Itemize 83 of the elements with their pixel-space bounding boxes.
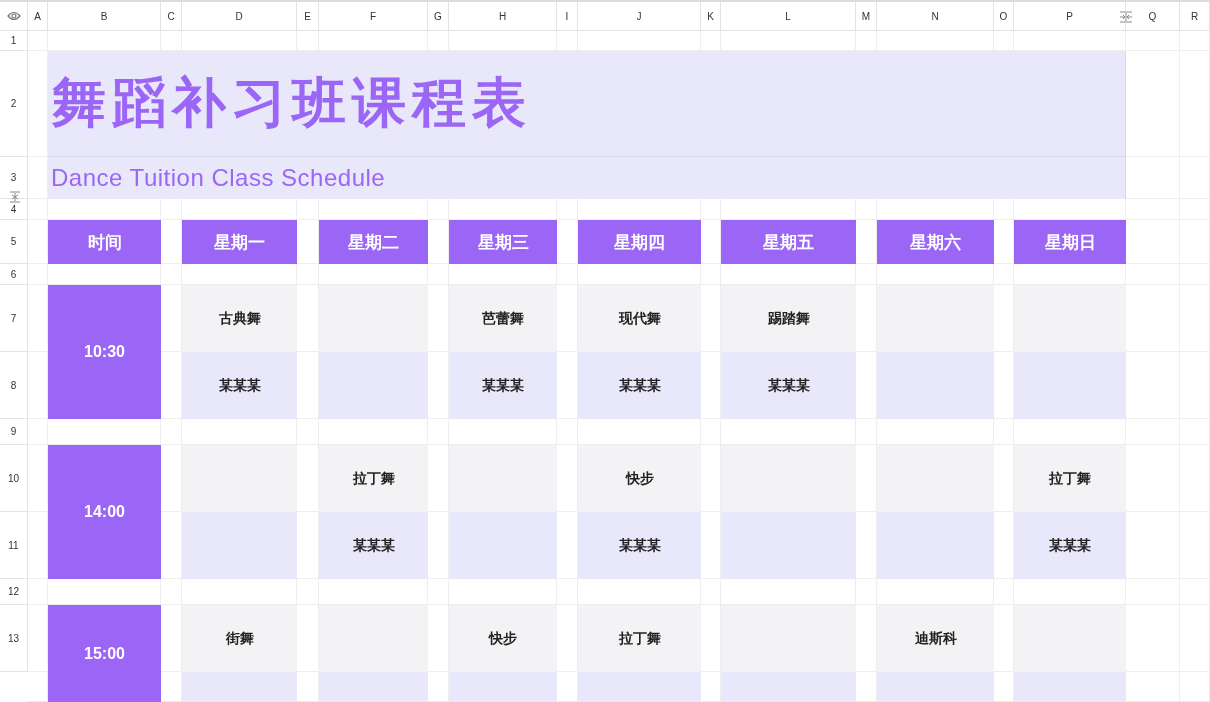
grid-cell[interactable] (297, 264, 319, 285)
column-header[interactable]: K (701, 2, 721, 31)
grid-cell[interactable] (994, 264, 1014, 285)
column-header[interactable]: D (182, 2, 297, 31)
row-header[interactable]: 12 (0, 579, 28, 605)
grid-cell[interactable] (161, 419, 182, 445)
grid-cell[interactable] (701, 264, 721, 285)
course-cell: 芭蕾舞 (449, 285, 557, 352)
teacher-cell: 某某某 (1014, 512, 1126, 579)
grid-cell[interactable] (1126, 264, 1180, 285)
column-header[interactable]: E (297, 2, 319, 31)
column-header[interactable]: R (1180, 2, 1210, 31)
course-cell: 踢踏舞 (721, 285, 856, 352)
grid-cell[interactable] (856, 264, 877, 285)
grid-cell[interactable] (28, 199, 48, 220)
grid-cell[interactable] (1180, 31, 1210, 51)
teacher-cell: 某某某 (182, 352, 297, 419)
grid-cell[interactable] (28, 264, 48, 285)
column-header[interactable]: F (319, 2, 428, 31)
day-header: 星期五 (721, 220, 856, 264)
course-cell: 古典舞 (182, 285, 297, 352)
teacher-cell: 某某某 (578, 512, 701, 579)
day-header: 星期日 (1014, 220, 1126, 264)
teacher-cell: 某某某 (578, 352, 701, 419)
course-cell: 快步 (578, 445, 701, 512)
column-header[interactable]: H (449, 2, 557, 31)
row-header[interactable]: 13 (0, 605, 28, 672)
row-header[interactable]: 2 (0, 51, 28, 157)
time-cell: 15:00 (48, 605, 161, 702)
course-cell: 拉丁舞 (319, 445, 428, 512)
row-header[interactable]: 3 (0, 157, 28, 199)
time-cell: 10:30 (48, 285, 161, 419)
freeze-icon[interactable] (9, 191, 21, 203)
day-header: 星期一 (182, 220, 297, 264)
title: 舞蹈补习班课程表 (48, 51, 1126, 157)
row-header[interactable]: 5 (0, 220, 28, 264)
column-header[interactable]: G (428, 2, 449, 31)
subtitle: Dance Tuition Class Schedule (48, 157, 1126, 199)
column-header[interactable]: I (557, 2, 578, 31)
course-cell: 街舞 (182, 605, 297, 672)
course-cell: 拉丁舞 (1014, 445, 1126, 512)
teacher-cell: 某某某 (319, 512, 428, 579)
row-header[interactable]: 4 (0, 199, 28, 220)
grid-cell[interactable] (28, 31, 48, 51)
grid-cell[interactable] (161, 264, 182, 285)
day-header: 星期六 (877, 220, 994, 264)
grid-cell[interactable] (557, 264, 578, 285)
grid-cell[interactable] (428, 264, 449, 285)
row-header[interactable]: 9 (0, 419, 28, 445)
collapse-icon[interactable] (1119, 11, 1133, 23)
course-cell: 快步 (449, 605, 557, 672)
eye-icon[interactable] (6, 11, 21, 21)
grid-cell[interactable] (28, 419, 48, 445)
row-header[interactable]: 6 (0, 264, 28, 285)
row-header[interactable]: 10 (0, 445, 28, 512)
course-cell: 迪斯科 (877, 605, 994, 672)
row-header[interactable]: 1 (0, 31, 28, 51)
time-cell: 14:00 (48, 445, 161, 579)
column-header[interactable]: B (48, 2, 161, 31)
column-header[interactable]: A (28, 2, 48, 31)
column-header[interactable]: O (994, 2, 1014, 31)
row-header[interactable]: 7 (0, 285, 28, 352)
day-header: 星期三 (449, 220, 557, 264)
column-header[interactable]: M (856, 2, 877, 31)
row-header[interactable]: 11 (0, 512, 28, 579)
grid-cell[interactable] (161, 579, 182, 605)
column-header[interactable]: J (578, 2, 701, 31)
course-cell: 现代舞 (578, 285, 701, 352)
teacher-cell: 某某某 (721, 352, 856, 419)
column-header[interactable]: L (721, 2, 856, 31)
column-header[interactable]: Q (1126, 2, 1180, 31)
course-cell: 拉丁舞 (578, 605, 701, 672)
day-header: 时间 (48, 220, 161, 264)
column-header[interactable]: P (1014, 2, 1126, 31)
teacher-cell: 某某某 (449, 352, 557, 419)
row-header[interactable]: 8 (0, 352, 28, 419)
column-header[interactable]: N (877, 2, 994, 31)
day-header: 星期四 (578, 220, 701, 264)
grid-cell[interactable] (28, 579, 48, 605)
grid-cell[interactable] (1126, 199, 1180, 220)
column-header[interactable]: C (161, 2, 182, 31)
day-header: 星期二 (319, 220, 428, 264)
grid-cell[interactable] (1126, 31, 1180, 51)
